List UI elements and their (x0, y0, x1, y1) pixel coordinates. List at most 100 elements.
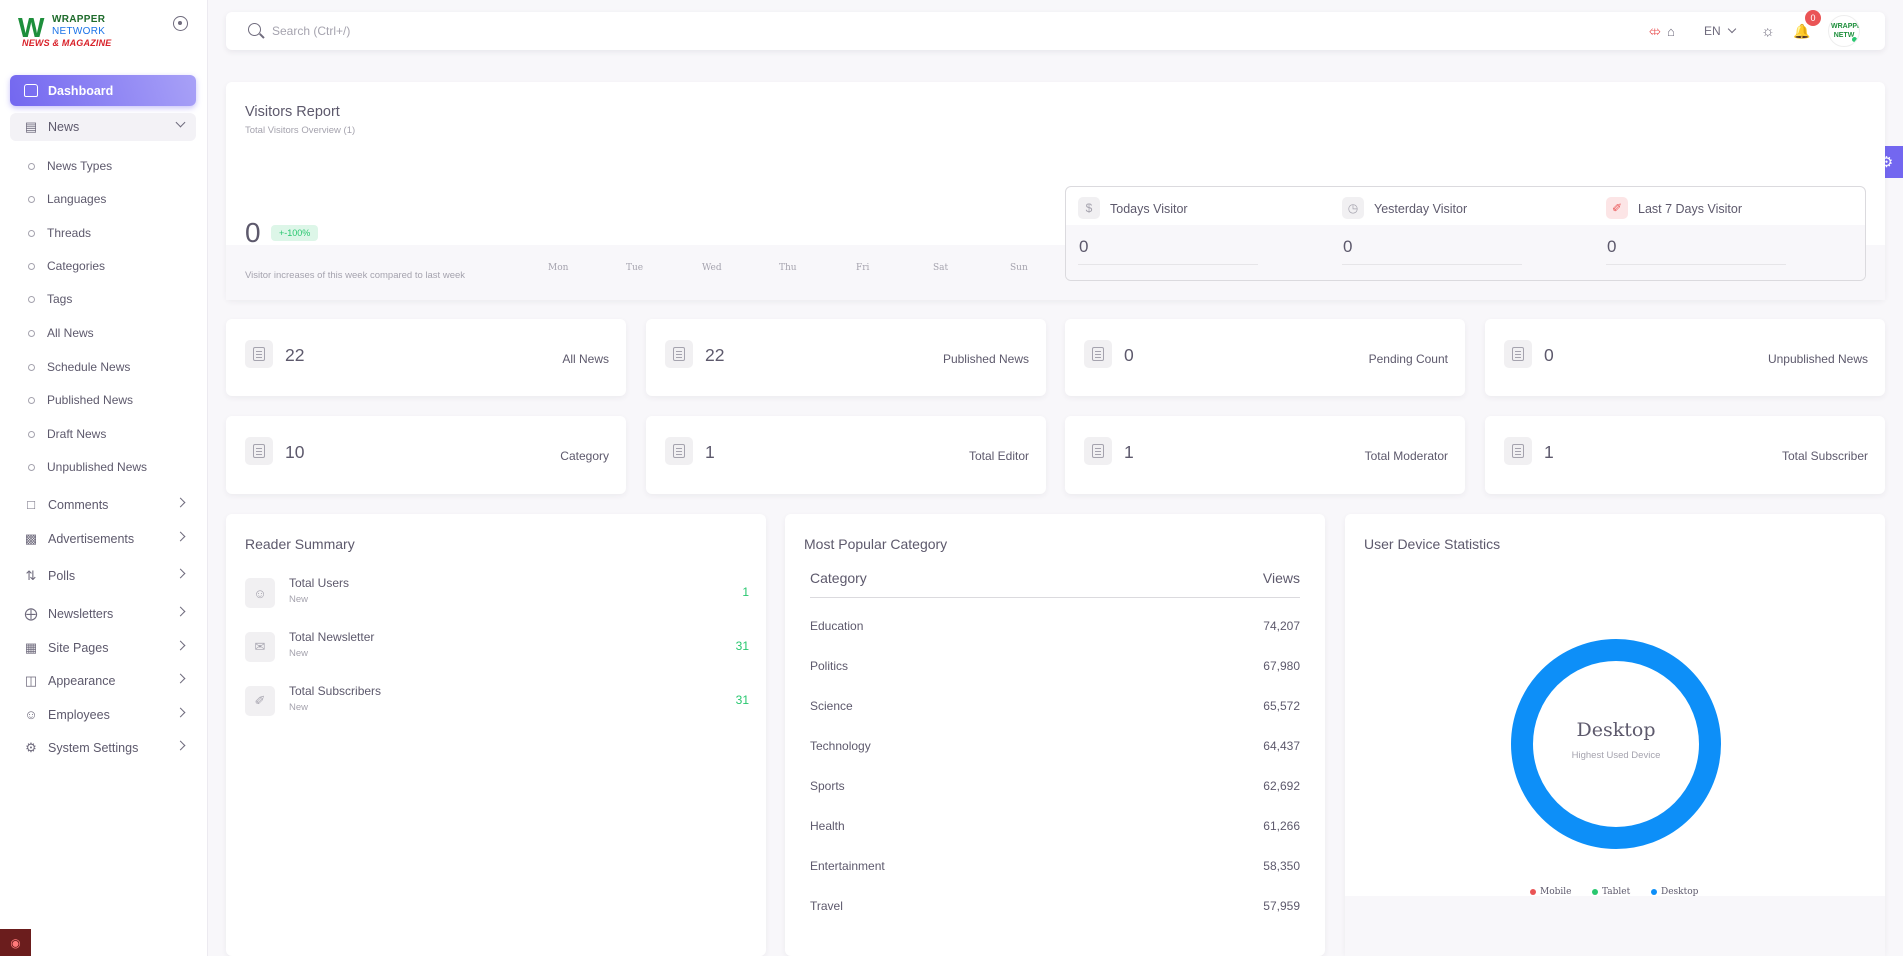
document-icon (245, 437, 273, 465)
views-cell: 58,350 (1263, 859, 1300, 873)
sidebar-item-label: Employees (48, 708, 110, 722)
legend-label: Desktop (1661, 887, 1699, 897)
popular-category-title: Most Popular Category (804, 536, 948, 552)
avatar[interactable]: WRAPPER NETW (1828, 15, 1860, 47)
donut-segment-desktop[interactable] (1511, 639, 1721, 849)
circle-icon (28, 195, 35, 203)
users-icon: ☺ (245, 578, 275, 608)
sidebar-item-employees[interactable]: ☺ Employees (10, 701, 196, 729)
sidebar-subitem-unpublished-news[interactable]: Unpublished News (28, 457, 147, 477)
visitors-report-subtitle: Total Visitors Overview (1) (245, 125, 356, 136)
language-selector[interactable]: EN (1704, 23, 1736, 39)
sidebar-item-news[interactable]: ▤ News (10, 113, 196, 141)
device-donut-chart: Desktop Highest Used Device (1511, 639, 1721, 849)
sun-icon[interactable]: ☼ (1761, 23, 1775, 40)
visitors-report-card: Visitors Report Total Visitors Overview … (226, 82, 1885, 300)
sidebar-subitem-published-news[interactable]: Published News (28, 390, 133, 410)
sidebar-item-polls[interactable]: ⇅ Polls (10, 562, 196, 590)
views-cell: 61,266 (1263, 819, 1300, 833)
stat-card-all-news[interactable]: 22 All News (226, 319, 626, 396)
category-cell: Education (810, 619, 864, 633)
visitors-report-title: Visitors Report (245, 104, 340, 120)
circle-icon (28, 363, 35, 371)
chevron-right-icon (175, 568, 186, 579)
chevron-right-icon (175, 531, 186, 542)
legend-item-tablet[interactable]: Tablet (1592, 887, 1630, 897)
sidebar-item-comments[interactable]: □ Comments (10, 491, 196, 519)
category-cell: Health (810, 819, 845, 833)
table-row: Politics 67,980 (810, 637, 1300, 677)
brand-logo[interactable]: W WRAPPER NETWORK NEWS & MAGAZINE (18, 12, 128, 50)
sidebar-item-advertisements[interactable]: ▩ Advertisements (10, 525, 196, 553)
stat-card-pending-count[interactable]: 0 Pending Count (1065, 319, 1465, 396)
sidebar-subitem-all-news[interactable]: All News (28, 323, 94, 343)
circle-icon (28, 229, 35, 237)
category-cell: Sports (810, 779, 845, 793)
stat-card-total-subscriber[interactable]: 1 Total Subscriber (1485, 416, 1885, 494)
sidebar-subitem-languages[interactable]: Languages (28, 189, 106, 209)
sidebar-subitem-label: Categories (47, 259, 106, 273)
row-value: 31 (735, 639, 749, 653)
comment-icon: □ (27, 497, 35, 512)
sidebar-subitem-draft-news[interactable]: Draft News (28, 424, 106, 444)
sidebar-subitem-news-types[interactable]: News Types (28, 156, 112, 176)
search-icon[interactable] (248, 23, 261, 36)
home-icon[interactable]: ⌂ (1667, 23, 1675, 39)
stat-value: 0 (1079, 237, 1089, 256)
sidebar-item-newsletters[interactable]: ⨁ Newsletters (10, 600, 196, 628)
sidebar-item-site-pages[interactable]: ▦ Site Pages (10, 634, 196, 662)
search-input[interactable] (272, 21, 672, 41)
sidebar-item-system-settings[interactable]: ⚙ System Settings (10, 734, 196, 762)
chevron-right-icon (175, 640, 186, 651)
document-icon (665, 340, 693, 368)
stat-card-unpublished-news[interactable]: 0 Unpublished News (1485, 319, 1885, 396)
brand-line2: NETWORK (52, 26, 106, 37)
sidebar-subitem-threads[interactable]: Threads (28, 223, 91, 243)
brush-icon: ✐ (245, 686, 275, 716)
stat-value: 1 (1544, 442, 1554, 462)
stat-value: 0 (1124, 345, 1134, 365)
reader-summary-card: Reader Summary ☺ Total Users New 1 ✉ Tot… (226, 514, 766, 956)
stat-card-category[interactable]: 10 Category (226, 416, 626, 494)
language-label: EN (1704, 24, 1721, 38)
sidebar-toggle-icon[interactable] (173, 16, 188, 31)
pin-icon: ⨁ (24, 606, 38, 621)
circle-icon (28, 329, 35, 337)
eraser-icon[interactable]: ⤄ (1649, 23, 1661, 39)
stat-value: 0 (1607, 237, 1617, 256)
row-title: Total Subscribers (289, 684, 382, 698)
chevron-right-icon (175, 497, 186, 508)
stat-card-total-editor[interactable]: 1 Total Editor (646, 416, 1046, 494)
sidebar-item-label: Appearance (48, 674, 116, 688)
legend-item-mobile[interactable]: Mobile (1530, 887, 1571, 897)
bell-icon[interactable]: 🔔 (1793, 23, 1810, 39)
sidebar-subitem-tags[interactable]: Tags (28, 289, 72, 309)
clock-icon: ◷ (1342, 197, 1364, 219)
newspaper-icon: ▤ (24, 119, 38, 134)
stat-label: All News (562, 352, 609, 366)
sidebar-subitem-schedule-news[interactable]: Schedule News (28, 357, 130, 377)
stat-divider (1342, 264, 1522, 265)
users-icon: ☺ (24, 707, 38, 722)
row-subtitle: New (289, 648, 309, 659)
stat-card-published-news[interactable]: 22 Published News (646, 319, 1046, 396)
stat-value: 1 (705, 442, 715, 462)
stat-value: 10 (285, 442, 305, 462)
category-cell: Entertainment (810, 859, 885, 873)
legend-marker (1592, 889, 1598, 895)
chevron-right-icon (175, 673, 186, 684)
sidebar-subitem-label: Schedule News (47, 360, 131, 374)
stat-divider (1078, 264, 1258, 265)
category-cell: Science (810, 699, 853, 713)
sidebar-item-dashboard[interactable]: Dashboard (10, 75, 196, 106)
circle-icon (28, 162, 35, 170)
stat-value: 0 (1343, 237, 1353, 256)
row-subtitle: New (289, 702, 309, 713)
stat-card-total-moderator[interactable]: 1 Total Moderator (1065, 416, 1465, 494)
document-icon (245, 340, 273, 368)
legend-item-desktop[interactable]: Desktop (1651, 887, 1698, 897)
debug-toolbar-icon[interactable]: ◉ (0, 929, 31, 956)
sidebar-subitem-categories[interactable]: Categories (28, 256, 105, 276)
visitor-stats-band (1066, 225, 1865, 280)
sidebar-item-appearance[interactable]: ◫ Appearance (10, 667, 196, 695)
